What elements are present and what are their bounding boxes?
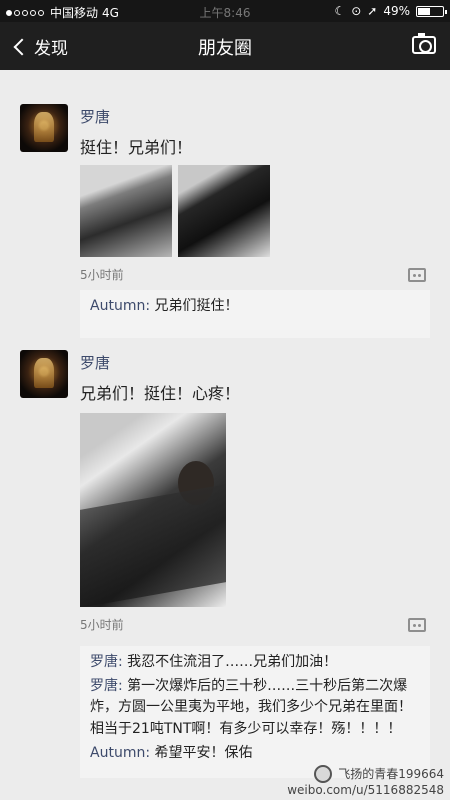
post-photo[interactable] xyxy=(178,165,270,257)
navigation-bar: 发现 朋友圈 xyxy=(0,22,450,70)
comment-text: 第一次爆炸后的三十秒……三十秒后第二次爆炸，方圆一公里夷为平地，我们多少个兄弟在… xyxy=(90,677,412,738)
post-time: 5小时前 xyxy=(80,618,124,632)
avatar[interactable] xyxy=(20,104,68,152)
post-photo[interactable] xyxy=(80,165,172,257)
comment-text: 兄弟们挺住！ xyxy=(150,298,239,314)
post-author[interactable]: 罗唐 xyxy=(80,106,110,127)
avatar[interactable] xyxy=(20,350,68,398)
post-text: 挺住！兄弟们！ xyxy=(80,138,193,157)
comment-icon[interactable] xyxy=(408,268,426,282)
moon-icon: ☾ xyxy=(334,4,346,18)
comment-author[interactable]: 罗唐: xyxy=(90,678,123,694)
comment-item: Autumn: 兄弟们挺住！ xyxy=(90,296,420,318)
comment-item: 罗唐: 我忍不住流泪了……兄弟们加油！ xyxy=(90,652,420,674)
comment-text: 希望平安！保佑 xyxy=(150,744,253,761)
post-author[interactable]: 罗唐 xyxy=(80,352,110,373)
battery-icon xyxy=(416,5,447,17)
comments-box: 罗唐: 我忍不住流泪了……兄弟们加油！ 罗唐: 第一次爆炸后的三十秒……三十秒后… xyxy=(80,646,430,778)
comment-author[interactable]: Autumn: xyxy=(90,745,150,761)
status-bar: 中国移动 4G 上午8:46 ☾ ⊙ ➚ 49% xyxy=(0,0,450,22)
post-item: 罗唐 挺住！兄弟们！ 5小时前 Autumn: 兄弟们挺住！ xyxy=(0,104,450,354)
weibo-watermark: 飞扬的青春199664 weibo.com/u/5116882548 xyxy=(284,765,444,798)
watermark-url: weibo.com/u/5116882548 xyxy=(287,783,444,797)
comment-icon[interactable] xyxy=(408,618,426,632)
watermark-user: 飞扬的青春199664 xyxy=(338,766,444,781)
weibo-icon xyxy=(314,765,333,783)
page-title: 朋友圈 xyxy=(198,38,252,59)
comment-author[interactable]: 罗唐: xyxy=(90,654,123,670)
lock-rotation-icon: ⊙ xyxy=(351,4,362,18)
camera-icon[interactable] xyxy=(412,33,436,54)
comment-item: Autumn: 希望平安！保佑 xyxy=(90,743,420,765)
comments-box: Autumn: 兄弟们挺住！ xyxy=(80,290,430,338)
post-photo[interactable] xyxy=(80,413,226,607)
post-text: 兄弟们！挺住！心疼！ xyxy=(80,384,241,403)
comment-author[interactable]: Autumn: xyxy=(90,298,150,314)
battery-percent: 49% xyxy=(383,4,410,18)
post-item: 罗唐 兄弟们！挺住！心疼！ 5小时前 罗唐: 我忍不住流泪了……兄弟们加油！ 罗… xyxy=(0,350,450,800)
moments-feed: 罗唐 挺住！兄弟们！ 5小时前 Autumn: 兄弟们挺住！ 罗唐 兄弟们！挺住… xyxy=(0,70,450,800)
location-icon: ➚ xyxy=(367,4,378,18)
comment-text: 我忍不住流泪了……兄弟们加油！ xyxy=(122,654,338,670)
comment-item: 罗唐: 第一次爆炸后的三十秒……三十秒后第二次爆炸，方圆一公里夷为平地，我们多少… xyxy=(90,676,420,741)
post-time: 5小时前 xyxy=(80,268,124,282)
